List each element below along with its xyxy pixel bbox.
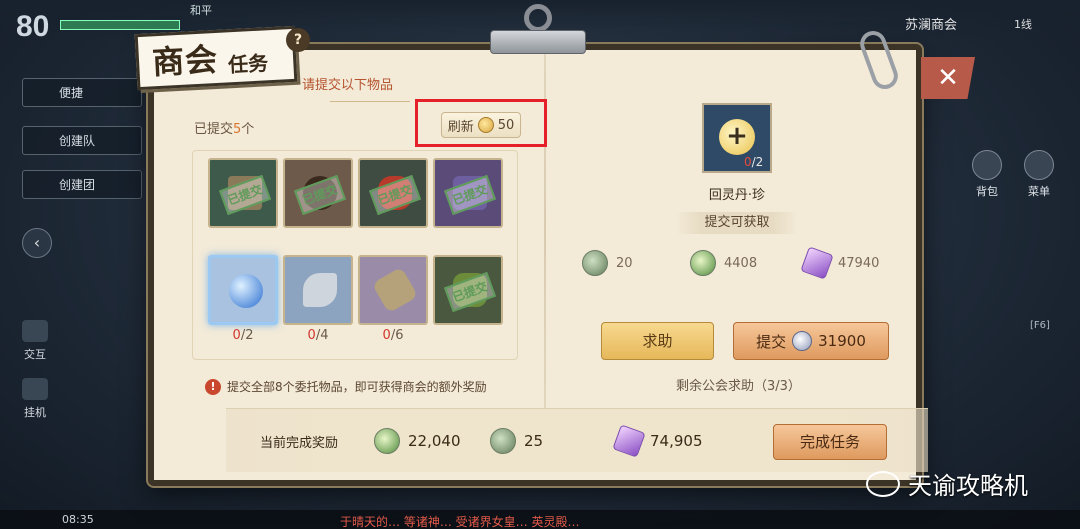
blue-orb-item-icon — [229, 274, 263, 308]
item-count-6: 0/4 — [283, 328, 353, 343]
bonus-hint-text: 提交全部8个委托物品，即可获得商会的额外奖励 — [227, 380, 487, 394]
interact-button[interactable]: 交互 — [18, 320, 52, 362]
submit-label: 提交 — [756, 332, 787, 351]
remaining-guild-help: 剩余公会求助（3/3） — [676, 379, 801, 394]
item-count-have: 0 — [382, 328, 391, 343]
warning-icon: ! — [205, 378, 221, 395]
menu-item-create-team[interactable]: 创建队 — [22, 126, 142, 155]
system-ticker: 于晴天的… 等诸神… 受诸界女皇… 英灵殿… — [340, 515, 580, 529]
repute-icon — [582, 250, 608, 276]
crystal-icon — [800, 246, 834, 280]
item-count-need: /2 — [240, 328, 254, 343]
item-count-need: /6 — [390, 328, 404, 343]
help-icon[interactable]: ? — [286, 28, 310, 52]
menu-item-quick[interactable]: 便捷 — [22, 78, 142, 107]
close-button[interactable]: ✕ — [921, 57, 975, 99]
item-count-need: /4 — [315, 328, 329, 343]
reward-repute: 20 — [582, 250, 633, 276]
location-label[interactable]: 苏澜商会 — [905, 14, 957, 33]
page-subtitle: 任务 — [227, 50, 269, 78]
reward-crystal: 47940 — [800, 246, 880, 280]
item-slot-4[interactable]: 已提交 — [433, 158, 503, 228]
interact-label: 交互 — [24, 348, 46, 361]
item-slot-2[interactable]: 已提交 — [283, 158, 353, 228]
exp-icon — [374, 428, 400, 454]
item-slot-7[interactable] — [358, 255, 428, 325]
watermark-text: 天谕攻略机 — [908, 472, 1028, 500]
menu-button[interactable]: 菜单 — [1022, 150, 1056, 199]
submitted-count: 已提交5个 — [194, 118, 254, 137]
channel-line[interactable]: 1线 — [1014, 16, 1032, 32]
menu-item-create-raid[interactable]: 创建团 — [22, 170, 142, 199]
auto-battle-icon — [22, 378, 48, 400]
fish-item-icon — [303, 273, 337, 307]
clipboard-clip-icon — [490, 4, 586, 54]
target-item-name: 回灵丹·珍 — [708, 188, 766, 203]
target-count: 0/2 — [744, 155, 763, 169]
bag-button[interactable]: 背包 — [970, 150, 1004, 199]
target-need: /2 — [751, 155, 764, 169]
clock: 08:35 — [62, 513, 94, 526]
hotkey-f6: [F6] — [1030, 320, 1050, 331]
submitted-suffix: 个 — [241, 122, 255, 137]
item-slot-8[interactable]: 已提交 — [433, 255, 503, 325]
zone-label: 和平 — [190, 4, 212, 17]
health-bar — [60, 20, 180, 30]
completion-reward-crystal: 74,905 — [612, 424, 703, 458]
item-count-5: 0/2 — [208, 328, 278, 343]
target-item-slot[interactable]: + 0/2 — [702, 103, 772, 173]
request-help-button[interactable]: 求助 — [601, 322, 714, 360]
menu-icon — [1024, 150, 1054, 180]
page-title: 商会 — [151, 40, 220, 82]
crystal-icon — [612, 424, 646, 458]
player-level: 80 — [16, 10, 50, 43]
submit-cost: 31900 — [818, 332, 866, 350]
complete-task-button[interactable]: 完成任务 — [773, 424, 887, 460]
repute-icon — [490, 428, 516, 454]
completion-reward-value: 25 — [524, 432, 544, 450]
item-count-have: 0 — [307, 328, 316, 343]
bonus-hint: ! 提交全部8个委托物品，即可获得商会的额外奖励 — [205, 378, 487, 395]
log-item-icon — [371, 266, 419, 314]
interact-icon — [22, 320, 48, 342]
target-have: 0 — [744, 155, 752, 169]
section-header: 请提交以下物品 — [302, 78, 394, 93]
reward-exp: 4408 — [690, 250, 757, 276]
back-arrow-icon[interactable]: ‹ — [22, 228, 52, 258]
auto-battle-button[interactable]: 挂机 — [18, 378, 52, 420]
completion-reward-value: 22,040 — [408, 432, 461, 450]
exp-icon — [690, 250, 716, 276]
submitted-prefix: 已提交 — [194, 122, 234, 137]
bag-label: 背包 — [976, 185, 998, 198]
item-count-have: 0 — [232, 328, 241, 343]
item-slot-3[interactable]: 已提交 — [358, 158, 428, 228]
completion-reward-label: 当前完成奖励 — [260, 436, 339, 451]
item-slot-5[interactable] — [208, 255, 278, 325]
plus-icon: + — [719, 119, 755, 155]
reward-value: 4408 — [724, 255, 758, 271]
completion-reward-value: 74,905 — [650, 432, 703, 450]
menu-label: 菜单 — [1028, 185, 1050, 198]
completion-reward-repute: 25 — [490, 428, 543, 454]
reward-value: 47940 — [838, 255, 880, 271]
bag-icon — [972, 150, 1002, 180]
item-slot-1[interactable]: 已提交 — [208, 158, 278, 228]
silver-coin-icon — [792, 331, 813, 351]
item-slot-6[interactable] — [283, 255, 353, 325]
header-divider — [330, 94, 410, 102]
reward-label: 提交可获取 — [676, 212, 798, 234]
submit-button[interactable]: 提交 31900 — [733, 322, 889, 360]
auto-battle-label: 挂机 — [24, 406, 46, 419]
watermark: 天谕攻略机 — [866, 466, 1028, 501]
completion-reward-exp: 22,040 — [374, 428, 461, 454]
reward-value: 20 — [616, 255, 633, 271]
highlight-annotation — [415, 99, 547, 147]
item-count-7: 0/6 — [358, 328, 428, 343]
wechat-icon — [866, 470, 900, 497]
